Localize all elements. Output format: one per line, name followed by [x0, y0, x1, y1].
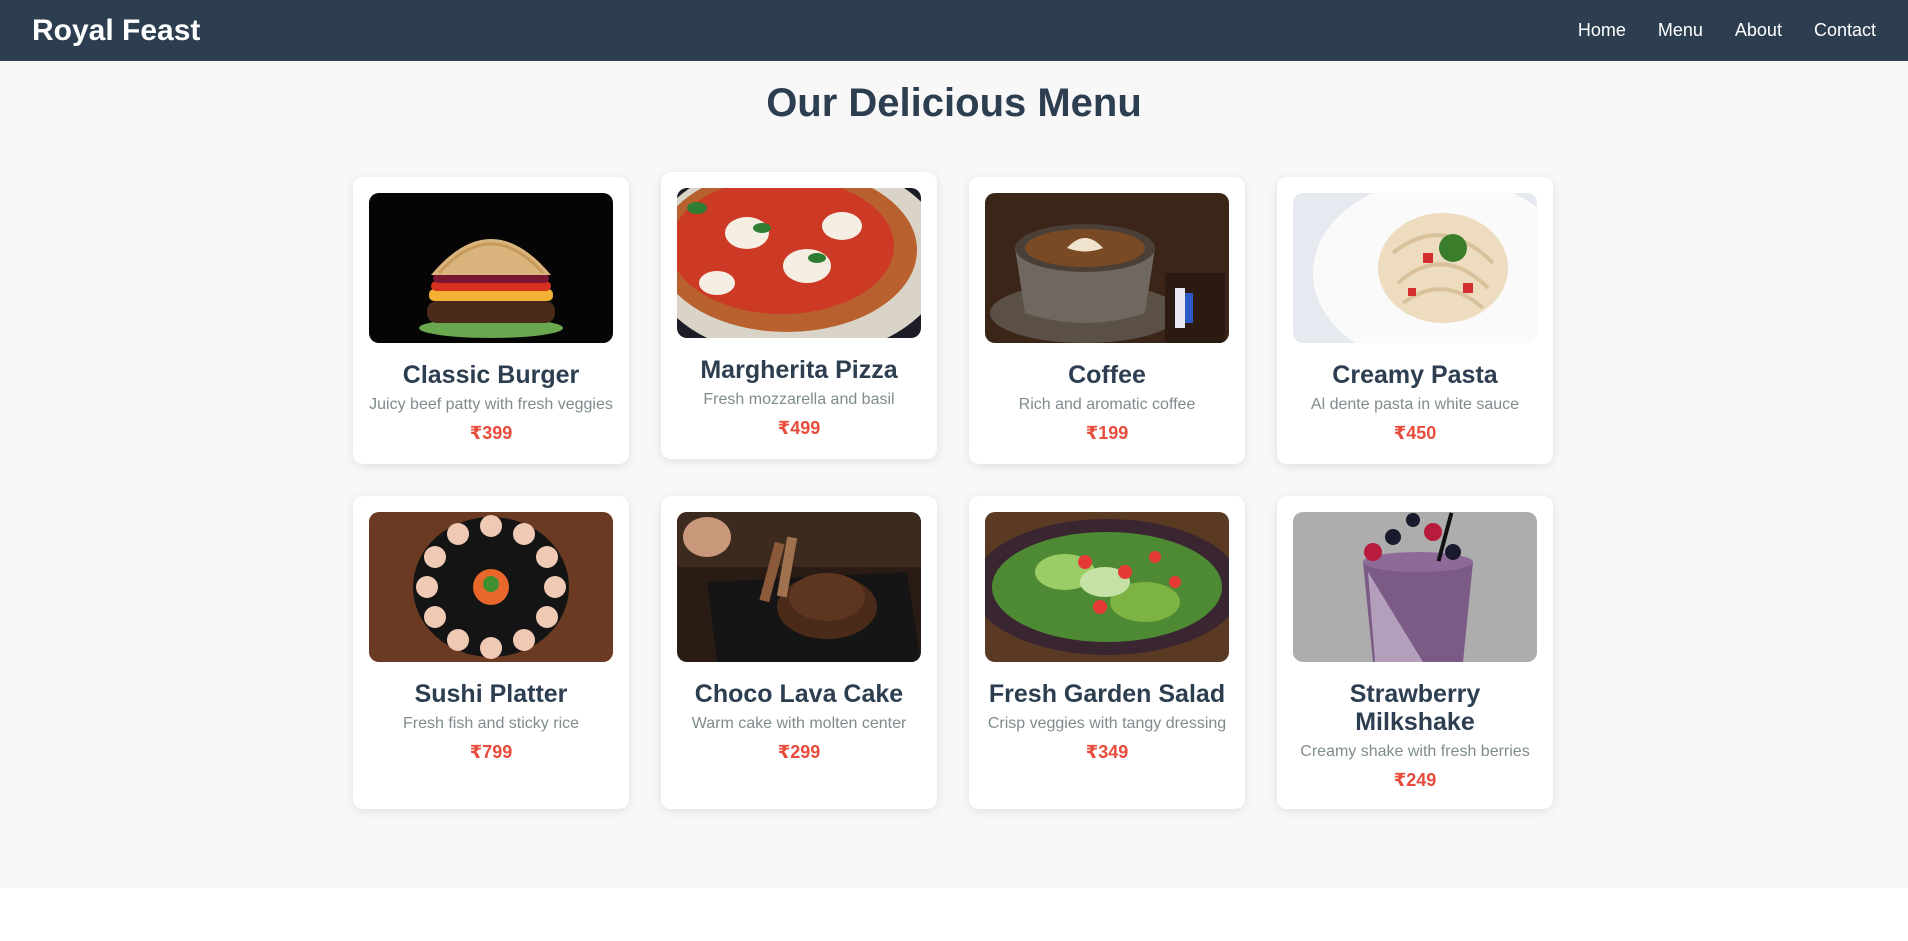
menu-item-description: Fresh mozzarella and basil [703, 391, 895, 408]
sushi-image [369, 512, 613, 662]
menu-item-name: Choco Lava Cake [694, 680, 904, 708]
menu-item-price: ₹249 [1393, 770, 1437, 790]
menu-card-creamy-pasta[interactable]: Creamy Pasta Al dente pasta in white sau… [1277, 177, 1553, 464]
page-title: Our Delicious Menu [766, 81, 1142, 125]
nav-link-about[interactable]: About [1735, 20, 1782, 41]
menu-card-fresh-garden-salad[interactable]: Fresh Garden Salad Crisp veggies with ta… [969, 496, 1245, 809]
navbar: Royal Feast Home Menu About Contact [0, 0, 1908, 61]
pizza-image [677, 188, 921, 338]
menu-item-name: Classic Burger [402, 361, 580, 389]
menu-item-description: Warm cake with molten center [691, 715, 907, 732]
nav-link-contact[interactable]: Contact [1814, 20, 1876, 41]
menu-item-price: ₹349 [1085, 742, 1129, 762]
menu-item-name: Creamy Pasta [1332, 361, 1498, 389]
menu-card-strawberry-milkshake[interactable]: Strawberry Milkshake Creamy shake with f… [1277, 496, 1553, 809]
menu-item-description: Fresh fish and sticky rice [402, 715, 580, 732]
menu-card-margherita-pizza[interactable]: Margherita Pizza Fresh mozzarella and ba… [661, 172, 937, 459]
menu-item-price: ₹799 [469, 742, 513, 762]
pasta-image [1293, 193, 1537, 343]
menu-item-price: ₹499 [777, 418, 821, 438]
menu-item-name: Coffee [1068, 361, 1146, 389]
burger-image [369, 193, 613, 343]
menu-item-description: Juicy beef patty with fresh veggies [369, 396, 613, 413]
menu-item-name: Fresh Garden Salad [988, 680, 1226, 708]
menu-card-coffee[interactable]: Coffee Rich and aromatic coffee ₹199 [969, 177, 1245, 464]
menu-item-description: Rich and aromatic coffee [1018, 396, 1196, 413]
coffee-image [985, 193, 1229, 343]
nav-link-menu[interactable]: Menu [1658, 20, 1703, 41]
menu-item-price: ₹450 [1393, 423, 1437, 443]
menu-item-description: Creamy shake with fresh berries [1300, 743, 1530, 760]
brand-logo[interactable]: Royal Feast [32, 14, 200, 48]
menu-section: Our Delicious Menu Classic Burger Juicy … [0, 61, 1908, 888]
milkshake-image [1293, 512, 1537, 662]
menu-item-price: ₹199 [1085, 423, 1129, 443]
menu-item-name: Strawberry Milkshake [1349, 680, 1481, 736]
salad-image [985, 512, 1229, 662]
lava-cake-image [677, 512, 921, 662]
menu-item-description: Al dente pasta in white sauce [1310, 396, 1520, 413]
menu-item-name: Sushi Platter [414, 680, 568, 708]
menu-card-classic-burger[interactable]: Classic Burger Juicy beef patty with fre… [353, 177, 629, 464]
nav-link-home[interactable]: Home [1578, 20, 1626, 41]
nav-links: Home Menu About Contact [1578, 20, 1876, 41]
menu-item-price: ₹299 [777, 742, 821, 762]
menu-item-description: Crisp veggies with tangy dressing [987, 715, 1227, 732]
menu-item-name: Margherita Pizza [700, 356, 898, 384]
menu-item-price: ₹399 [469, 423, 513, 443]
menu-card-sushi-platter[interactable]: Sushi Platter Fresh fish and sticky rice… [353, 496, 629, 809]
menu-card-choco-lava-cake[interactable]: Choco Lava Cake Warm cake with molten ce… [661, 496, 937, 809]
